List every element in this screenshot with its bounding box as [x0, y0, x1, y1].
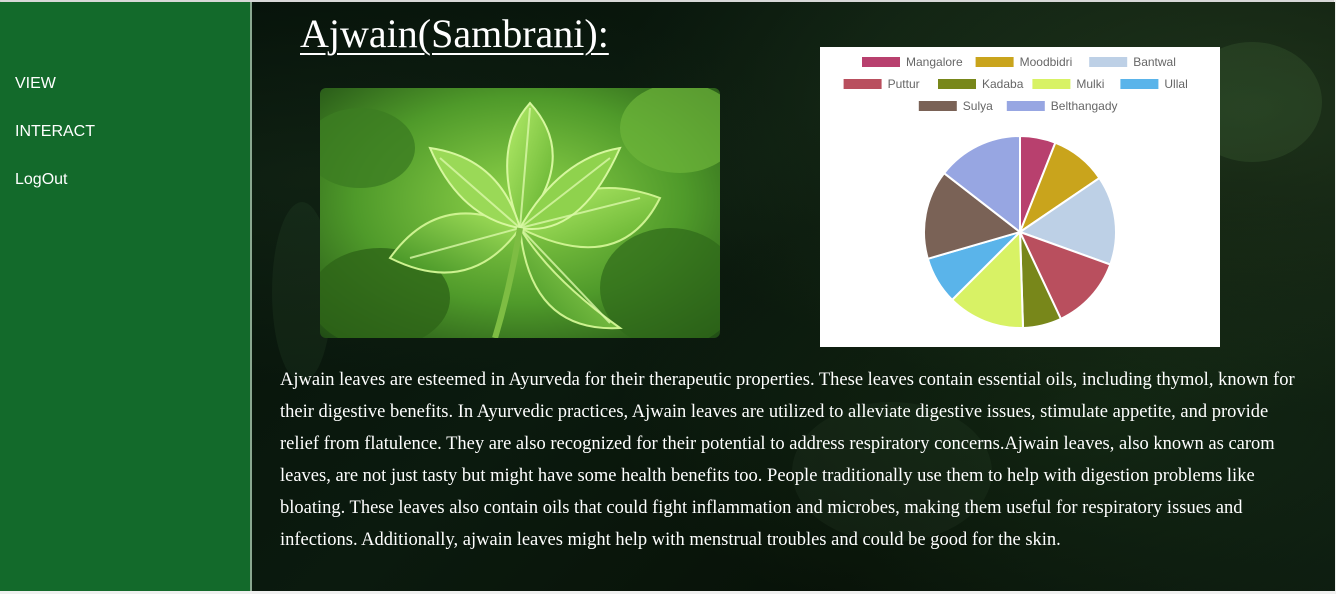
- nav-view-link[interactable]: VIEW: [15, 75, 56, 93]
- legend-label-belthangady[interactable]: Belthangady: [1051, 99, 1118, 113]
- ajwain-leaf-photo: [320, 88, 720, 338]
- page-title: Ajwain(Sambrani):: [300, 11, 609, 56]
- legend-label-mangalore[interactable]: Mangalore: [906, 55, 963, 69]
- legend-label-sulya[interactable]: Sulya: [963, 99, 993, 113]
- legend-swatch-kadaba[interactable]: [938, 79, 976, 89]
- main-content: Ajwain(Sambrani): Mangalore Moodbidri Ba…: [252, 2, 1335, 591]
- legend-swatch-belthangady[interactable]: [1006, 101, 1045, 111]
- legend-label-kadaba[interactable]: Kadaba: [982, 77, 1024, 91]
- legend-swatch-moodbidri[interactable]: [975, 57, 1014, 67]
- legend-label-mulki[interactable]: Mulki: [1076, 77, 1104, 91]
- legend-swatch-bantwal[interactable]: [1089, 57, 1128, 67]
- legend-label-puttur[interactable]: Puttur: [888, 77, 920, 91]
- sidebar: VIEW INTERACT LogOut: [0, 2, 252, 591]
- legend-swatch-sulya[interactable]: [918, 101, 957, 111]
- legend-swatch-mulki[interactable]: [1032, 79, 1071, 89]
- pie-chart-svg: Mangalore Moodbidri Bantwal Puttur Kadaba Mul…: [843, 55, 1188, 329]
- legend-label-ullal[interactable]: Ullal: [1164, 77, 1187, 91]
- nav-interact-link[interactable]: INTERACT: [15, 123, 95, 141]
- district-pie-chart: Mangalore Moodbidri Bantwal Puttur Kadaba Mul…: [820, 47, 1220, 347]
- legend-swatch-mangalore[interactable]: [862, 57, 900, 67]
- plant-description: Ajwain leaves are esteemed in Ayurveda f…: [280, 370, 1295, 550]
- legend-label-moodbidri[interactable]: Moodbidri: [1020, 55, 1073, 69]
- nav-logout-link[interactable]: LogOut: [15, 171, 67, 189]
- legend-swatch-puttur[interactable]: [843, 79, 882, 89]
- legend-label-bantwal[interactable]: Bantwal: [1133, 55, 1176, 69]
- legend-swatch-ullal[interactable]: [1120, 79, 1159, 89]
